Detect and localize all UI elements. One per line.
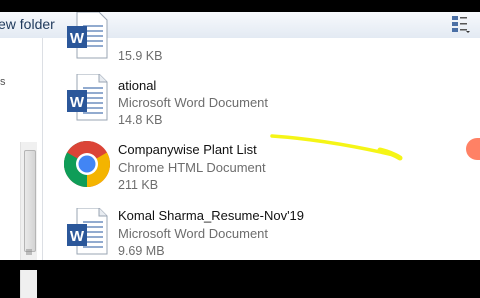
screen-bottom-border <box>0 260 480 270</box>
highlighter-stroke <box>270 134 403 161</box>
